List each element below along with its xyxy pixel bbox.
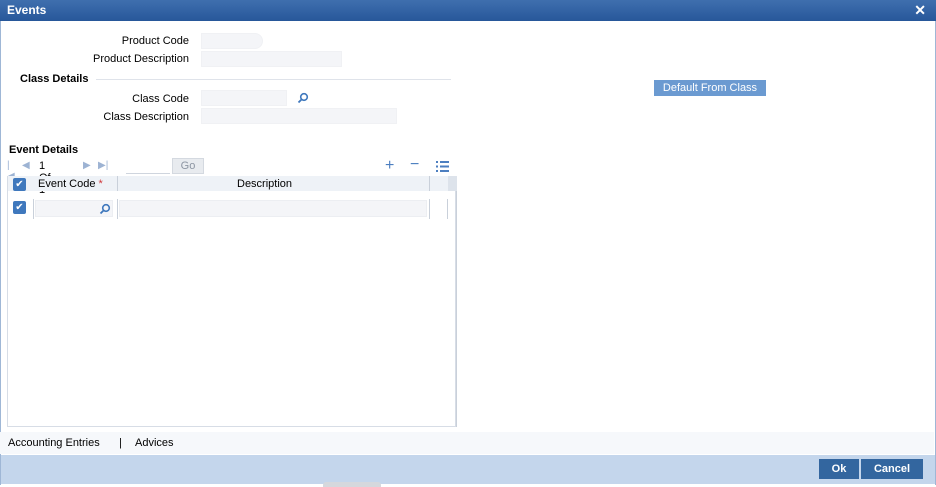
select-all-checkbox[interactable]: ✔ [13,178,26,191]
required-marker: * [98,178,103,190]
column-divider [33,199,34,219]
class-description-label: Class Description [103,111,189,123]
sub-screen-tabs: Accounting Entries | Advices [0,432,934,454]
ok-button[interactable]: Ok [819,459,859,479]
add-row-icon[interactable]: + [385,158,394,174]
last-page-icon[interactable]: ▶| [98,160,108,171]
grid-header: ✔ Event Code * Description [8,176,457,191]
previous-page-icon[interactable]: ◀ [22,160,30,171]
default-from-class-button[interactable]: Default From Class [654,80,766,96]
product-description-field[interactable] [201,51,342,67]
next-page-icon[interactable]: ▶ [83,160,91,171]
page-number-input[interactable] [126,159,170,174]
single-view-icon[interactable] [436,161,449,172]
column-divider [117,176,118,191]
product-description-label: Product Description [93,53,189,65]
class-details-divider [96,79,451,80]
event-details-title: Event Details [9,144,79,156]
delete-row-icon[interactable]: − [410,157,419,173]
go-button[interactable]: Go [172,158,204,174]
window-title-bar: Events ✕ [0,0,936,21]
class-code-field[interactable] [201,90,287,106]
event-code-search-icon[interactable] [99,203,111,215]
tab-separator: | [119,437,122,449]
cancel-button[interactable]: Cancel [861,459,923,479]
events-grid: ✔ Event Code * Description ✔ [7,176,457,427]
column-divider [429,199,430,219]
footer-bar: Ok Cancel [1,455,935,484]
close-icon[interactable]: ✕ [914,2,926,19]
class-details-title: Class Details [20,73,89,85]
resize-handle[interactable] [323,482,381,487]
scrollbar-header [448,176,457,191]
product-code-field[interactable] [201,33,263,49]
class-description-field[interactable] [201,108,397,124]
column-divider [447,199,448,219]
description-input[interactable] [119,200,427,217]
row-select-checkbox[interactable]: ✔ [13,201,26,214]
event-code-column-header: Event Code * [38,178,103,190]
description-column-header: Description [237,178,293,190]
window-title: Events [7,3,47,17]
page-current: 1 [39,160,46,172]
advices-link[interactable]: Advices [135,437,174,449]
product-code-label: Product Code [121,35,189,47]
grid-scrollbar[interactable] [456,191,457,427]
accounting-entries-link[interactable]: Accounting Entries [8,437,100,449]
table-row: ✔ [8,199,457,219]
column-divider [429,176,430,191]
class-code-label: Class Code [132,93,189,105]
column-divider [117,199,118,219]
class-code-search-icon[interactable] [297,92,309,104]
